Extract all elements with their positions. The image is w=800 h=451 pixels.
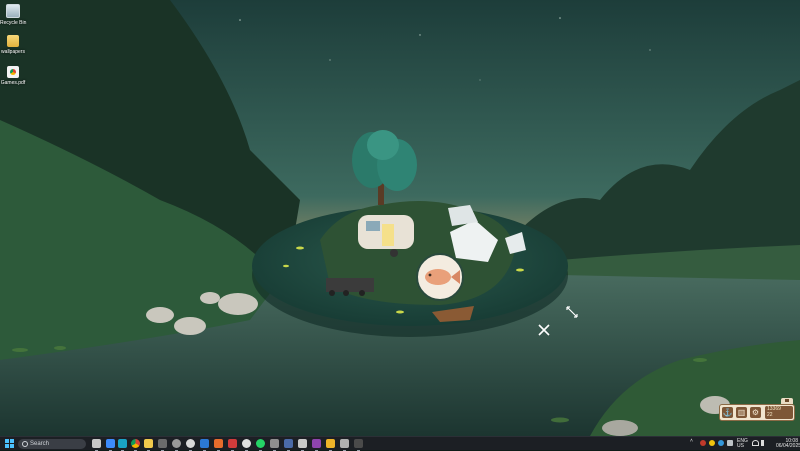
notepad-icon[interactable] [326, 439, 335, 451]
language-region: US [737, 443, 744, 449]
obsidian-icon[interactable] [312, 439, 321, 451]
steam-icon[interactable] [284, 439, 293, 451]
desktop-icon-label: Recycle Bin [0, 20, 27, 26]
settings-icon[interactable] [172, 439, 181, 451]
desktop-wallpaper [0, 0, 800, 436]
app-icon[interactable] [270, 439, 279, 451]
terminal-icon[interactable] [298, 439, 307, 451]
game-toolbar-widget: ⚓ ▥ ⚙ 13369 22 [719, 398, 795, 422]
media-icon[interactable] [228, 439, 237, 451]
language-indicator[interactable]: ENG US [737, 439, 748, 449]
desktop-icon-recycle-bin[interactable]: Recycle Bin [0, 4, 26, 26]
tray-app3-icon[interactable] [718, 440, 724, 446]
clock-date: 06/04/2025 [776, 443, 800, 449]
fish-count-value: 22 [767, 412, 773, 418]
whatsapp-icon[interactable] [256, 439, 265, 451]
chrome-profile-icon[interactable] [242, 439, 251, 451]
desktop-icon-label: wallpapers [1, 49, 25, 55]
terminal2-icon[interactable] [354, 439, 363, 451]
catch-fish-button[interactable] [416, 253, 464, 301]
taskview-icon[interactable] [92, 439, 101, 451]
volume-icon[interactable] [761, 440, 764, 446]
widget-stats: 13369 22 [765, 406, 793, 419]
tray-app4-icon[interactable] [727, 440, 733, 446]
move-cursor-icon [537, 323, 551, 337]
game-launcher-icon[interactable] [214, 439, 223, 451]
resize-cursor-icon [566, 305, 578, 318]
chrome-icon[interactable] [131, 439, 140, 451]
search-placeholder: Search [30, 440, 50, 447]
widget-bar: ⚓ ▥ ⚙ 13369 22 [719, 404, 795, 421]
desktop-icon-wallpapers[interactable]: wallpapers [0, 35, 26, 55]
wallpaper-scene [0, 0, 800, 436]
folder-icon [7, 35, 19, 47]
clock[interactable]: 10:08 06/04/2025 [776, 439, 800, 449]
start-button[interactable] [5, 439, 14, 448]
github-icon[interactable] [186, 439, 195, 451]
taskbar: Search ˄ ENG US 10:08 06/04/2025 [0, 436, 800, 451]
file-explorer-icon[interactable] [106, 439, 115, 451]
recycle-bin-icon [6, 4, 20, 18]
arrow-app-icon[interactable] [340, 439, 349, 451]
anchor-icon[interactable]: ⚓ [722, 407, 733, 418]
tray-app-icon[interactable] [700, 440, 706, 446]
taskbar-search-box[interactable]: Search [18, 438, 86, 449]
store-icon[interactable] [158, 439, 167, 451]
folder-icon[interactable] [144, 439, 153, 451]
tray-app2-icon[interactable] [709, 440, 715, 446]
search-icon [22, 440, 28, 447]
desktop-icon-label: Games.pdf [0, 80, 26, 86]
pdf-document-icon [7, 66, 19, 78]
edge-icon[interactable] [118, 439, 127, 451]
trash-icon[interactable]: ▥ [736, 407, 747, 418]
wifi-icon[interactable] [752, 440, 759, 446]
tray-overflow-icon[interactable]: ˄ [690, 439, 693, 444]
gear-icon[interactable]: ⚙ [750, 407, 761, 418]
vscode-icon[interactable] [200, 439, 209, 451]
desktop-icon-games-pdf[interactable]: Games.pdf [0, 66, 26, 86]
